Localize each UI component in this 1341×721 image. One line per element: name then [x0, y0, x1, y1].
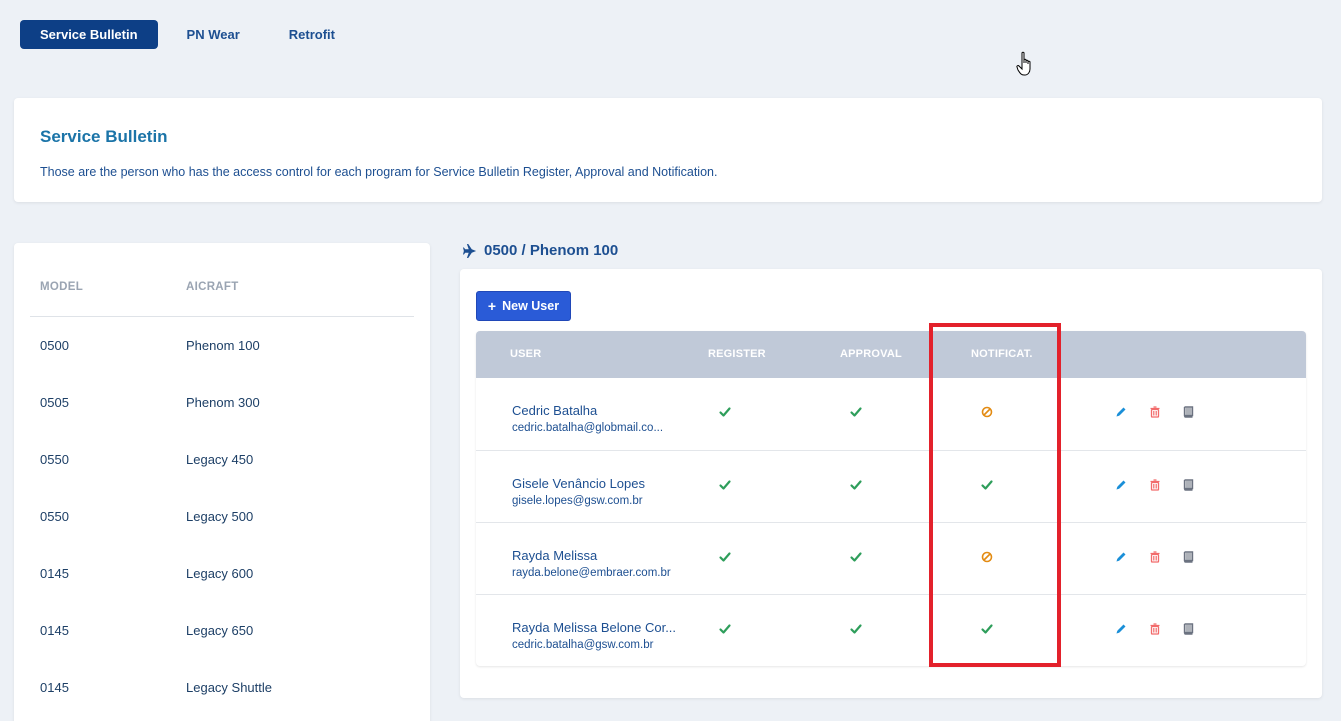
model-code: 0145 [40, 680, 69, 695]
new-user-label: New User [502, 299, 560, 313]
model-row[interactable]: 0145 Legacy Shuttle [14, 680, 430, 700]
edit-icon[interactable] [1114, 550, 1128, 564]
approval-check-icon [849, 405, 863, 419]
models-panel: MODEL AICRAFT 0500 Phenom 100 0505 Pheno… [14, 243, 430, 721]
new-user-button[interactable]: + New User [476, 291, 571, 321]
plane-icon [463, 243, 477, 258]
aircraft-name: Legacy 500 [186, 509, 254, 524]
tab-pn-wear[interactable]: PN Wear [167, 20, 260, 49]
model-code: 0505 [40, 395, 69, 410]
section-title-text: 0500 / Phenom 100 [484, 242, 619, 259]
model-row[interactable]: 0145 Legacy 600 [14, 566, 430, 586]
delete-icon[interactable] [1148, 478, 1162, 492]
aircraft-name: Legacy Shuttle [186, 680, 273, 695]
register-check-icon [718, 622, 732, 636]
users-card: + New User USER REGISTER APPROVAL NOTIFI… [460, 269, 1322, 698]
model-column-header: MODEL [40, 281, 84, 293]
user-name[interactable]: Rayda Melissa Belone Cor... [512, 620, 676, 635]
model-row[interactable]: 0500 Phenom 100 [14, 338, 430, 358]
register-column-header: REGISTER [708, 348, 766, 360]
tab-service-bulletin[interactable]: Service Bulletin [20, 20, 158, 49]
register-check-icon [718, 478, 732, 492]
aircraft-name: Phenom 100 [186, 338, 260, 353]
book-icon[interactable] [1181, 478, 1195, 492]
notification-blocked-icon [980, 405, 994, 419]
table-row: Rayda Melissa rayda.belone@embraer.com.b… [476, 522, 1306, 594]
book-icon[interactable] [1181, 405, 1195, 419]
notification-check-icon [980, 622, 994, 636]
edit-icon[interactable] [1114, 478, 1128, 492]
user-email: gisele.lopes@gsw.com.br [512, 495, 643, 507]
users-table: USER REGISTER APPROVAL NOTIFICAT. Cedric… [476, 331, 1306, 666]
book-icon[interactable] [1181, 550, 1195, 564]
edit-icon[interactable] [1114, 622, 1128, 636]
model-row[interactable]: 0550 Legacy 450 [14, 452, 430, 472]
model-row[interactable]: 0145 Legacy 650 [14, 623, 430, 643]
tab-bar: Service Bulletin PN Wear Retrofit [20, 20, 364, 49]
approval-check-icon [849, 478, 863, 492]
table-header: USER REGISTER APPROVAL NOTIFICAT. [476, 331, 1306, 378]
table-row: Cedric Batalha cedric.batalha@globmail.c… [476, 378, 1306, 450]
delete-icon[interactable] [1148, 622, 1162, 636]
page-description: Those are the person who has the access … [40, 165, 718, 179]
edit-icon[interactable] [1114, 405, 1128, 419]
aircraft-column-header: AICRAFT [186, 281, 239, 293]
aircraft-name: Legacy 450 [186, 452, 254, 467]
plus-icon: + [487, 298, 497, 314]
user-column-header: USER [510, 348, 542, 360]
model-code: 0550 [40, 452, 69, 467]
page-title: Service Bulletin [40, 127, 168, 146]
book-icon[interactable] [1181, 622, 1195, 636]
tab-retrofit[interactable]: Retrofit [269, 20, 355, 49]
model-row[interactable]: 0505 Phenom 300 [14, 395, 430, 415]
model-code: 0500 [40, 338, 69, 353]
user-email: rayda.belone@embraer.com.br [512, 567, 671, 579]
notification-check-icon [980, 478, 994, 492]
divider [30, 316, 414, 317]
user-email: cedric.batalha@gsw.com.br [512, 639, 654, 651]
model-code: 0550 [40, 509, 69, 524]
aircraft-name: Phenom 300 [186, 395, 260, 410]
user-name[interactable]: Gisele Venâncio Lopes [512, 476, 645, 491]
approval-column-header: APPROVAL [840, 348, 902, 360]
table-row: Rayda Melissa Belone Cor... cedric.batal… [476, 594, 1306, 666]
user-name[interactable]: Cedric Batalha [512, 403, 597, 418]
model-code: 0145 [40, 566, 69, 581]
notification-blocked-icon [980, 550, 994, 564]
approval-check-icon [849, 622, 863, 636]
delete-icon[interactable] [1148, 405, 1162, 419]
section-title: 0500 / Phenom 100 [463, 242, 618, 259]
hand-cursor-icon [1016, 51, 1031, 76]
model-code: 0145 [40, 623, 69, 638]
aircraft-name: Legacy 600 [186, 566, 254, 581]
table-row: Gisele Venâncio Lopes gisele.lopes@gsw.c… [476, 450, 1306, 522]
aircraft-name: Legacy 650 [186, 623, 254, 638]
model-row[interactable]: 0550 Legacy 500 [14, 509, 430, 529]
register-check-icon [718, 550, 732, 564]
user-name[interactable]: Rayda Melissa [512, 548, 597, 563]
info-card: Service Bulletin Those are the person wh… [14, 98, 1322, 202]
register-check-icon [718, 405, 732, 419]
user-email: cedric.batalha@globmail.co... [512, 422, 664, 434]
approval-check-icon [849, 550, 863, 564]
notification-column-header: NOTIFICAT. [971, 348, 1033, 360]
delete-icon[interactable] [1148, 550, 1162, 564]
